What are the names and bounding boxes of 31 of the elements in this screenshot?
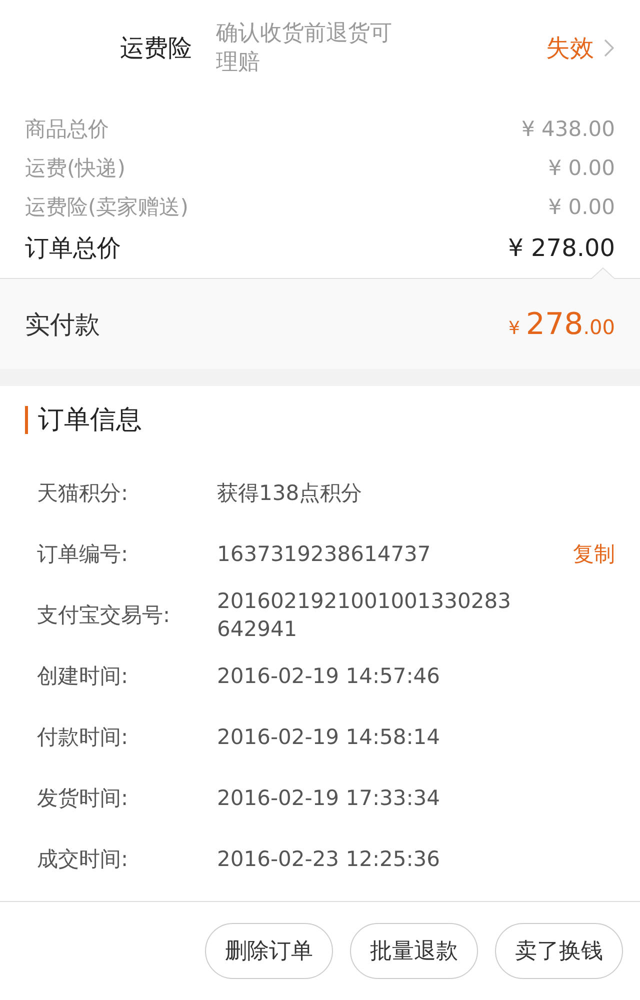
price-amount: ¥ 438.00: [521, 116, 615, 140]
price-label: 运费险(卖家赠送): [25, 194, 188, 220]
info-label: 订单编号:: [37, 540, 130, 568]
price-amount: ¥ 0.00: [548, 156, 615, 180]
section-title: 订单信息: [25, 406, 615, 434]
paid-amount: ¥ 278.00: [508, 306, 615, 342]
insurance-description: 确认收货前退货可理赔: [216, 20, 393, 76]
info-label: 发货时间:: [37, 784, 130, 812]
price-label: 商品总价: [25, 116, 109, 142]
info-value: 2016021921001001330283 642941: [217, 588, 512, 642]
info-value: 2016-02-23 12:25:36: [217, 846, 442, 872]
action-button[interactable]: 删除订单: [205, 923, 333, 979]
price-label: 订单总价: [25, 233, 121, 264]
info-value: 2016-02-19 14:58:14: [217, 724, 442, 750]
info-label: 创建时间:: [37, 662, 130, 690]
price-amount: ¥ 278.00: [508, 234, 615, 262]
info-label: 付款时间:: [37, 724, 130, 750]
action-button[interactable]: 卖了换钱: [495, 923, 623, 979]
insurance-label: 运费险: [120, 32, 192, 64]
info-value: 1637319238614737: [217, 540, 432, 568]
info-label: 支付宝交易号:: [37, 602, 172, 628]
info-label: 天猫积分:: [37, 480, 130, 506]
price-label: 运费(快递): [25, 154, 126, 182]
info-value: 获得138点积分: [217, 480, 364, 506]
info-value: 2016-02-19 14:57:46: [217, 662, 442, 690]
price-amount: ¥ 0.00: [548, 194, 615, 218]
paid-label: 实付款: [25, 308, 100, 340]
action-button[interactable]: 批量退款: [350, 923, 478, 979]
info-value: 2016-02-19 17:33:34: [217, 784, 442, 812]
chevron-right-icon[interactable]: [604, 38, 614, 56]
info-label: 成交时间:: [37, 846, 130, 872]
